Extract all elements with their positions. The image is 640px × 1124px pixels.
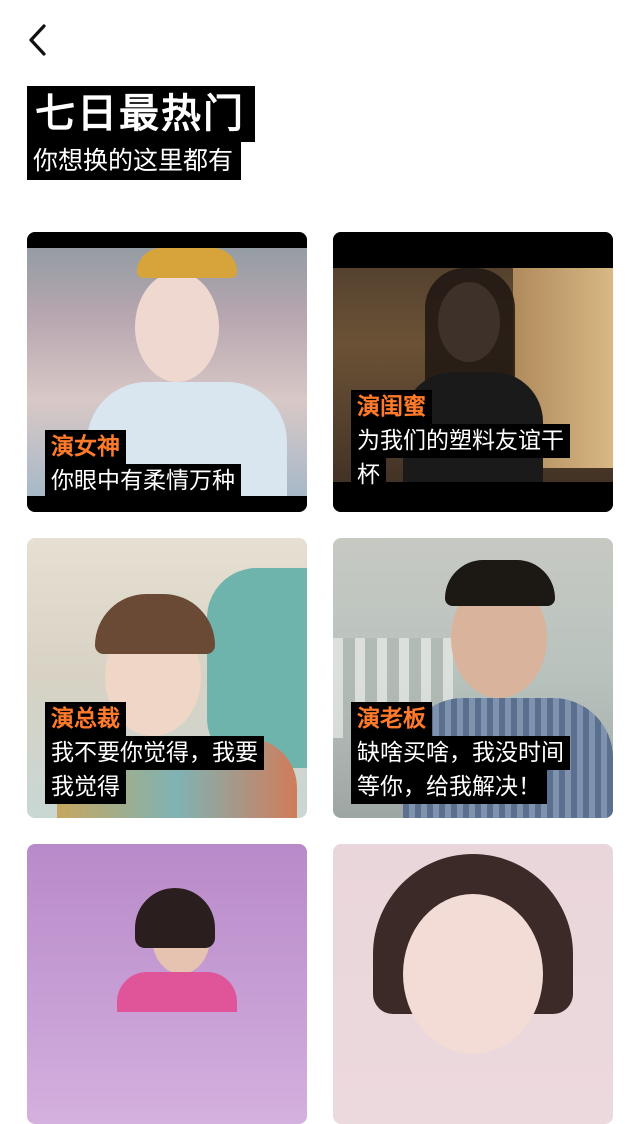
template-card[interactable] — [333, 844, 613, 1124]
card-caption: 演女神 你眼中有柔情万种 — [45, 430, 241, 498]
template-card[interactable]: 演女神 你眼中有柔情万种 — [27, 232, 307, 512]
card-role: 演闺蜜 — [351, 390, 432, 424]
card-caption: 演总裁 我不要你觉得，我要 我觉得 — [45, 702, 264, 804]
card-role: 演总裁 — [45, 702, 126, 736]
card-role: 演女神 — [45, 430, 126, 464]
card-thumbnail — [27, 844, 307, 1124]
portrait-hair — [445, 560, 555, 606]
card-line: 我觉得 — [45, 770, 126, 804]
card-line: 你眼中有柔情万种 — [45, 464, 241, 498]
portrait-hair — [95, 594, 215, 654]
card-line: 缺啥买啥，我没时间 — [351, 736, 570, 770]
card-caption: 演老板 缺啥买啥，我没时间 等你，给我解决！ — [351, 702, 570, 804]
card-bottom-bar — [27, 496, 307, 512]
template-card[interactable] — [27, 844, 307, 1124]
portrait-figure — [135, 272, 219, 382]
template-card[interactable]: 演总裁 我不要你觉得，我要 我觉得 — [27, 538, 307, 818]
portrait-body — [117, 972, 237, 1012]
card-caption: 演闺蜜 为我们的塑料友谊干 杯 — [351, 390, 570, 492]
card-line: 等你，给我解决！ — [351, 770, 547, 804]
card-role: 演老板 — [351, 702, 432, 736]
portrait-hair — [135, 888, 215, 948]
card-line: 杯 — [351, 458, 386, 492]
page-subtitle: 你想换的这里都有 — [27, 142, 242, 180]
page-header: 七日最热门 你想换的这里都有 — [27, 86, 255, 180]
template-card[interactable]: 演老板 缺啥买啥，我没时间 等你，给我解决！ — [333, 538, 613, 818]
headdress — [137, 248, 237, 278]
card-top-bar — [27, 232, 307, 248]
card-top-bar — [333, 232, 613, 268]
page-title: 七日最热门 — [27, 86, 255, 142]
card-thumbnail — [333, 844, 613, 1124]
template-card[interactable]: 演闺蜜 为我们的塑料友谊干 杯 — [333, 232, 613, 512]
card-line: 为我们的塑料友谊干 — [351, 424, 570, 458]
portrait-figure — [403, 894, 543, 1054]
chevron-left-icon — [29, 24, 46, 56]
card-line: 我不要你觉得，我要 — [45, 736, 264, 770]
back-button[interactable] — [22, 20, 58, 60]
